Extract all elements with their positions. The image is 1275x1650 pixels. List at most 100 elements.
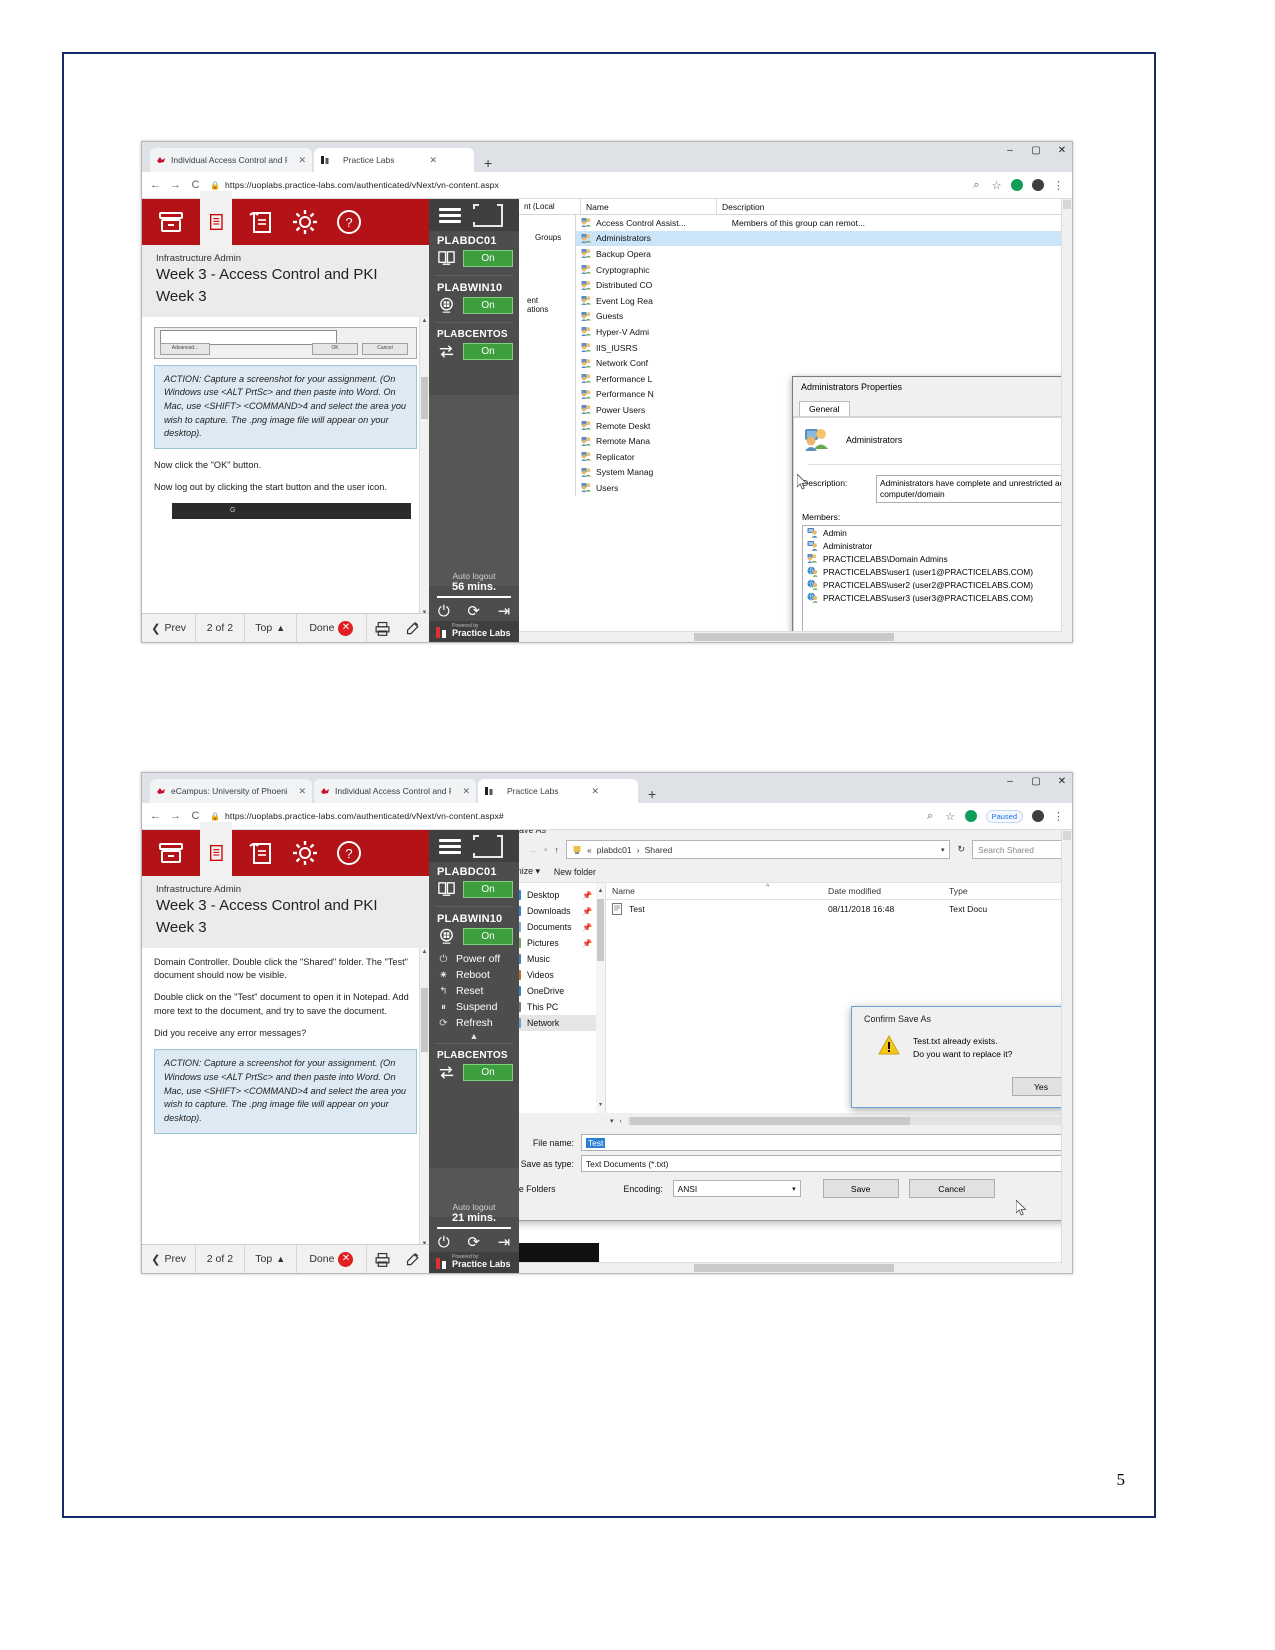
s2-vm-menu-item-0[interactable]: ⏻ Power off (429, 951, 519, 967)
s1-props-members-list[interactable]: Admin Administrator PRACTICELABS\Domain Ad… (802, 525, 1072, 642)
s1-tab-0[interactable]: Individual Access Control and PK ✕ (150, 148, 312, 172)
s2-address-bar[interactable]: 🔒 https://uoplabs.practice-labs.com/auth… (210, 811, 916, 821)
s2-file-name-input[interactable]: Test ▾ (581, 1134, 1072, 1151)
help-icon[interactable]: ? (334, 838, 364, 868)
list-item[interactable]: PRACTICELABS\user2 (user2@PRACTICELABS.C… (803, 578, 1072, 591)
s2-nav-prev-button[interactable]: ❮ Prev (142, 1245, 197, 1273)
table-row[interactable]: Administrators (576, 230, 1072, 247)
s2-organize-button[interactable]: anize ▾ (519, 866, 540, 877)
s2-tab-1[interactable]: Individual Access Control and P ✕ (314, 779, 476, 803)
table-row[interactable]: Hyper-V Admi (576, 324, 1072, 340)
s1-pl-scrollbar[interactable]: ▲ ▼ (419, 316, 429, 618)
s1-zoom-icon[interactable]: ⌕ (971, 179, 982, 192)
s2-tab-0-close-icon[interactable]: ✕ (298, 786, 306, 797)
s2-new-folder-button[interactable]: New folder (554, 867, 596, 877)
s1-nav-done-close-badge[interactable]: ✕ (338, 620, 354, 636)
s2-col-date[interactable]: Date modified (822, 886, 943, 896)
s2-navpane-scroll-up[interactable]: ▲ (596, 888, 605, 894)
s2-breadcrumb-0[interactable]: plabdc01 (597, 845, 632, 855)
s2-col-name[interactable]: Name (606, 886, 822, 896)
s2-vm-context-menu[interactable]: ⏻ Power off ✷ Reboot ↰ Reset ⏸ Suspend ⟳ Refresh (429, 951, 519, 1031)
s2-file-hscroll-thumb[interactable] (629, 1117, 910, 1125)
fullscreen-icon[interactable] (473, 203, 503, 227)
s2-forward-icon[interactable]: → (170, 810, 181, 822)
s1-props-description-value[interactable]: Administrators have complete and unrestr… (876, 475, 1072, 503)
refresh-icon[interactable]: ⟳ (467, 1233, 480, 1251)
s1-forward-icon[interactable]: → (170, 179, 181, 191)
s2-nav-item-5[interactable]: Videos (519, 967, 596, 983)
notes-icon[interactable] (246, 207, 276, 237)
s1-tree-item-2[interactable]: ations (519, 305, 575, 314)
s2-back-icon[interactable]: ← (150, 810, 161, 822)
s1-close-button[interactable]: ✕ (1056, 145, 1068, 156)
s2-pl-scrollbar[interactable]: ▲ ▼ (419, 947, 429, 1249)
s1-profile-avatar[interactable] (1032, 179, 1044, 191)
s2-tab-2[interactable]: Practice Labs ✕ (478, 779, 638, 803)
s1-tab-0-close-icon[interactable]: ✕ (298, 155, 306, 166)
s1-vm-machine-1[interactable]: PLABWIN10 On (429, 278, 519, 320)
s2-nav-up-icon[interactable]: ↑ (555, 845, 560, 855)
s2-vm-collapse-caret[interactable]: ▲ (429, 1031, 519, 1041)
s2-vm-machine-1[interactable]: PLABWIN10 On (429, 909, 519, 951)
s2-breadcrumb[interactable]: « plabdc01 › Shared ▾ (566, 840, 951, 859)
s2-browser-menu-icon[interactable]: ⋮ (1053, 810, 1064, 823)
settings-icon[interactable] (290, 207, 320, 237)
s2-hscroll-left-arrow[interactable]: ‹ (620, 1118, 622, 1125)
s1-address-bar[interactable]: 🔒 https://uoplabs.practice-labs.com/auth… (210, 180, 962, 190)
s2-navpane-scroll-down[interactable]: ▾ (596, 1101, 605, 1108)
list-item[interactable]: Admin (803, 526, 1072, 539)
s2-desktop-hscroll-thumb[interactable] (694, 1264, 894, 1272)
s1-extension-icon[interactable] (1011, 179, 1023, 191)
s2-nav-print-button[interactable] (367, 1245, 399, 1273)
s1-tab-1[interactable]: Practice Labs ✕ (314, 148, 474, 172)
refresh-icon[interactable]: ⟳ (467, 602, 480, 620)
pin-icon[interactable]: 📌 (582, 891, 592, 900)
s1-pl-scroll-up-arrow[interactable]: ▲ (420, 317, 429, 326)
s2-tab-0[interactable]: eCampus: University of Phoenix ✕ (150, 779, 312, 803)
s2-cancel-button[interactable]: Cancel (908, 1179, 995, 1198)
power-icon[interactable]: ⏻ (438, 603, 450, 620)
s2-profile-avatar[interactable] (1032, 810, 1044, 822)
s2-desktop-hscrollbar[interactable] (519, 1262, 1072, 1273)
table-row[interactable]: Network Conf (576, 355, 1072, 371)
table-row[interactable]: Cryptographic (576, 262, 1072, 278)
s1-nav-top-button[interactable]: Top ▲ (245, 614, 297, 642)
table-row[interactable]: Test 08/11/2018 16:48 Text Docu (606, 900, 1072, 917)
s2-nav-item-3[interactable]: Pictures 📌 (519, 935, 596, 951)
s2-col-type[interactable]: Type (943, 886, 1072, 896)
s2-paused-badge[interactable]: Paused (985, 809, 1023, 823)
s2-nav-pane[interactable]: Desktop 📌 Downloads 📌 Documents 📌 Pictures 📌 Mus… (519, 883, 596, 1113)
content-icon[interactable] (200, 191, 232, 253)
settings-icon[interactable] (290, 838, 320, 868)
s1-browser-menu-icon[interactable]: ⋮ (1053, 179, 1064, 192)
s2-nav-feedback-button[interactable] (398, 1245, 429, 1273)
table-row[interactable]: IIS_IUSRS (576, 340, 1072, 356)
help-icon[interactable]: ? (334, 207, 364, 237)
pin-icon[interactable]: 📌 (582, 923, 592, 932)
s1-new-tab-button[interactable]: + (476, 156, 500, 172)
s2-extension-icon[interactable] (964, 810, 977, 822)
s1-nav-feedback-button[interactable] (398, 614, 429, 642)
fullscreen-icon[interactable] (473, 834, 503, 858)
s1-col-name[interactable]: Name (581, 199, 717, 214)
s1-desktop-vscroll-up[interactable] (1063, 200, 1071, 209)
s2-nav-item-2[interactable]: Documents 📌 (519, 919, 596, 935)
s2-nav-item-7[interactable]: This PC (519, 999, 596, 1015)
s1-desktop-vscrollbar[interactable] (1061, 199, 1072, 632)
s2-zoom-icon[interactable]: ⌕ (925, 810, 936, 823)
s1-tree-item-0[interactable]: Groups (519, 233, 575, 242)
s1-vm-machine-0[interactable]: PLABDC01 On (429, 231, 519, 273)
s2-vm-menu-item-4[interactable]: ⟳ Refresh (429, 1015, 519, 1031)
s1-desktop-hscroll-thumb[interactable] (694, 633, 894, 641)
hamburger-icon[interactable] (439, 205, 461, 226)
s2-pl-scroll-thumb[interactable] (421, 987, 428, 1052)
s1-pl-scroll-thumb[interactable] (421, 376, 428, 419)
table-row[interactable]: Backup Opera (576, 246, 1072, 262)
s2-maximize-button[interactable]: ▢ (1030, 776, 1042, 787)
s1-col-description[interactable]: Description (717, 199, 1072, 214)
power-icon[interactable]: ⏻ (438, 1234, 450, 1251)
archive-icon[interactable] (156, 207, 186, 237)
s1-reload-icon[interactable]: C (190, 179, 201, 191)
s2-nav-item-1[interactable]: Downloads 📌 (519, 903, 596, 919)
s2-pl-scroll-up-arrow[interactable]: ▲ (420, 948, 429, 957)
